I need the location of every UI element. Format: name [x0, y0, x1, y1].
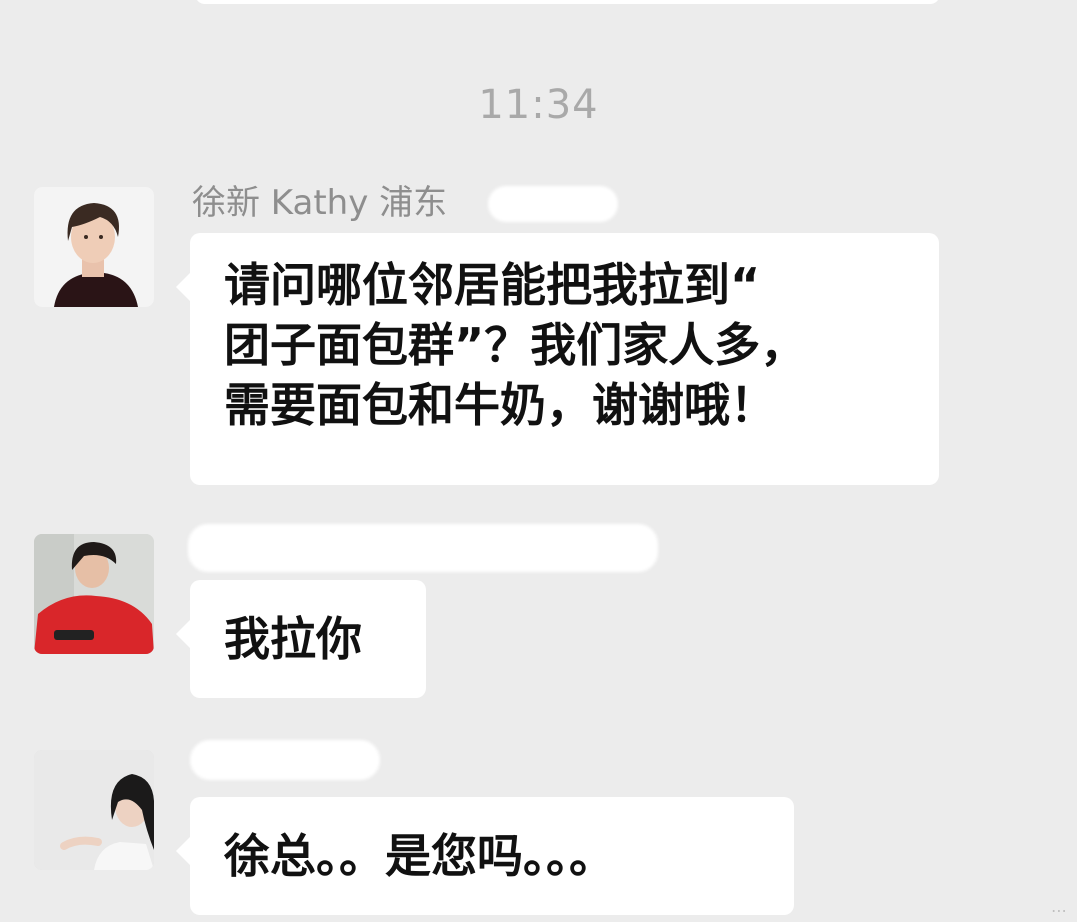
message-bubble-2[interactable]: 我拉你: [176, 580, 426, 698]
avatar-sender-3[interactable]: [34, 750, 154, 870]
woman-red-dress-avatar-icon: [34, 534, 154, 654]
chat-timestamp: 11:34: [478, 82, 599, 128]
message-text-3: 徐总。。是您吗。。。: [224, 829, 615, 883]
sender-name-1: 徐新 Kathy 浦东: [192, 183, 448, 223]
avatar-sender-1[interactable]: [34, 187, 154, 307]
woman-portrait-avatar-icon: [34, 187, 154, 307]
redaction-mark: [488, 186, 618, 222]
woman-smiling-avatar-icon: [34, 750, 154, 870]
message-bubble-3[interactable]: 徐总。。是您吗。。。: [176, 797, 794, 915]
sender-name-redacted-2: [188, 524, 658, 572]
watermark-icon: ⋯: [1051, 901, 1067, 920]
message-text-2: 我拉你: [224, 612, 362, 666]
message-text-1: 请问哪位邻居能把我拉到“ 团子面包群”？我们家人多， 需要面包和牛奶，谢谢哦！: [224, 258, 807, 432]
avatar-sender-2[interactable]: [34, 534, 154, 654]
message-bubble-1[interactable]: 请问哪位邻居能把我拉到“ 团子面包群”？我们家人多， 需要面包和牛奶，谢谢哦！: [176, 233, 939, 485]
previous-message-bubble: [195, 0, 940, 4]
sender-name-redacted-3: [190, 740, 380, 780]
